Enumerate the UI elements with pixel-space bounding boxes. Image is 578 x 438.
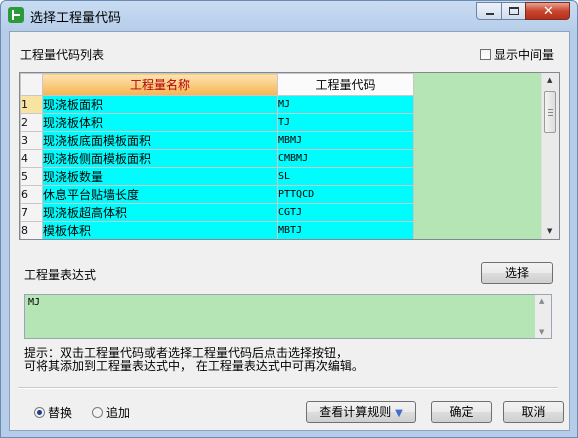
quantity-name-cell[interactable]: 现浇板超高体积 (42, 203, 278, 222)
arrow-down-icon: ▼ (395, 408, 403, 419)
scroll-up-icon[interactable]: ▲ (547, 76, 552, 84)
expression-value: MJ (28, 297, 41, 308)
minimize-button[interactable] (476, 2, 502, 20)
quantity-name-cell[interactable]: 休息平台贴墙长度 (42, 185, 278, 204)
close-button[interactable]: ✕ (525, 2, 570, 20)
dialog-window: 选择工程量代码 ✕ 工程量代码列表 显示中间量 工程量名称 工程量代码 1 现浇板… (0, 0, 578, 438)
ok-button[interactable]: 确定 (431, 401, 492, 423)
separator (18, 387, 558, 389)
replace-radio[interactable] (34, 407, 45, 418)
title-bar[interactable]: 选择工程量代码 ✕ (1, 1, 577, 29)
quantity-code-cell[interactable]: TJ (277, 113, 414, 132)
column-header-name[interactable]: 工程量名称 (42, 73, 278, 96)
row-number-cell[interactable]: 3 (20, 131, 43, 150)
expression-field[interactable]: MJ ▲ ▼ (24, 294, 552, 339)
table-row[interactable]: 5 现浇板数量 SL (20, 167, 414, 186)
grid-vertical-scrollbar[interactable]: ▲ ▼ (541, 73, 559, 239)
quantity-code-cell[interactable]: MBTJ (277, 221, 414, 239)
quantity-name-cell[interactable]: 现浇板体积 (42, 113, 278, 132)
row-number-cell[interactable]: 7 (20, 203, 43, 222)
row-number-cell[interactable]: 5 (20, 167, 43, 186)
window-title: 选择工程量代码 (30, 11, 122, 26)
quantity-name-cell[interactable]: 模板体积 (42, 221, 278, 239)
show-middle-label[interactable]: 显示中间量 (494, 46, 554, 63)
table-row[interactable]: 7 现浇板超高体积 CGTJ (20, 203, 414, 222)
quantity-code-cell[interactable]: SL (277, 167, 414, 186)
code-list-title: 工程量代码列表 (20, 48, 105, 62)
table-row[interactable]: 6 休息平台贴墙长度 PTTQCD (20, 185, 414, 204)
table-row[interactable]: 4 现浇板侧面模板面积 CMBMJ (20, 149, 414, 168)
quantity-code-cell[interactable]: CMBMJ (277, 149, 414, 168)
row-number-cell[interactable]: 1 (20, 95, 43, 114)
table-row[interactable]: 3 现浇板底面模板面积 MBMJ (20, 131, 414, 150)
expression-label: 工程量表达式 (24, 268, 97, 282)
append-radio-label[interactable]: 追加 (106, 404, 130, 421)
quantity-code-cell[interactable]: CGTJ (277, 203, 414, 222)
row-number-cell[interactable]: 4 (20, 149, 43, 168)
column-header-code[interactable]: 工程量代码 (277, 73, 414, 96)
table-row[interactable]: 2 现浇板体积 TJ (20, 113, 414, 132)
grid-corner-cell (20, 73, 43, 96)
quantity-name-cell[interactable]: 现浇板面积 (42, 95, 278, 114)
view-rules-button[interactable]: 查看计算规则 ▼ (306, 401, 416, 423)
show-middle-checkbox[interactable] (480, 49, 491, 60)
cancel-button[interactable]: 取消 (503, 401, 564, 423)
scroll-thumb[interactable] (544, 91, 556, 133)
row-number-cell[interactable]: 2 (20, 113, 43, 132)
select-button[interactable]: 选择 (481, 262, 553, 284)
quantity-code-cell[interactable]: MBMJ (277, 131, 414, 150)
expression-scroll-up-icon[interactable]: ▲ (539, 297, 544, 305)
app-icon (8, 7, 24, 23)
maximize-button[interactable] (501, 2, 526, 20)
code-list-grid: 工程量名称 工程量代码 1 现浇板面积 MJ 2 现浇板体积 TJ 3 现浇板底面模板面积 MB… (19, 72, 560, 240)
close-icon: ✕ (543, 4, 554, 19)
table-row[interactable]: 1 现浇板面积 MJ (20, 95, 414, 114)
view-rules-label: 查看计算规则 (319, 405, 392, 419)
dialog-body: 工程量代码列表 显示中间量 工程量名称 工程量代码 1 现浇板面积 MJ 2 现浇板体积… (9, 31, 570, 431)
quantity-code-cell[interactable]: MJ (277, 95, 414, 114)
replace-radio-label[interactable]: 替换 (48, 404, 72, 421)
quantity-name-cell[interactable]: 现浇板侧面模板面积 (42, 149, 278, 168)
minimize-icon (486, 13, 494, 15)
row-number-cell[interactable]: 6 (20, 185, 43, 204)
quantity-code-cell[interactable]: PTTQCD (277, 185, 414, 204)
quantity-name-cell[interactable]: 现浇板底面模板面积 (42, 131, 278, 150)
table-row[interactable]: 8 模板体积 MBTJ (20, 221, 414, 239)
row-number-cell[interactable]: 8 (20, 221, 43, 239)
expression-scrollbar[interactable]: ▲ ▼ (535, 295, 551, 338)
hint-line-2: 可将其添加到工程量表达式中， 在工程量表达式中可再次编辑。 (24, 359, 364, 373)
append-radio[interactable] (92, 407, 103, 418)
scroll-down-icon[interactable]: ▼ (547, 227, 552, 235)
expression-scroll-down-icon[interactable]: ▼ (539, 328, 544, 336)
quantity-name-cell[interactable]: 现浇板数量 (42, 167, 278, 186)
maximize-icon (509, 7, 519, 15)
